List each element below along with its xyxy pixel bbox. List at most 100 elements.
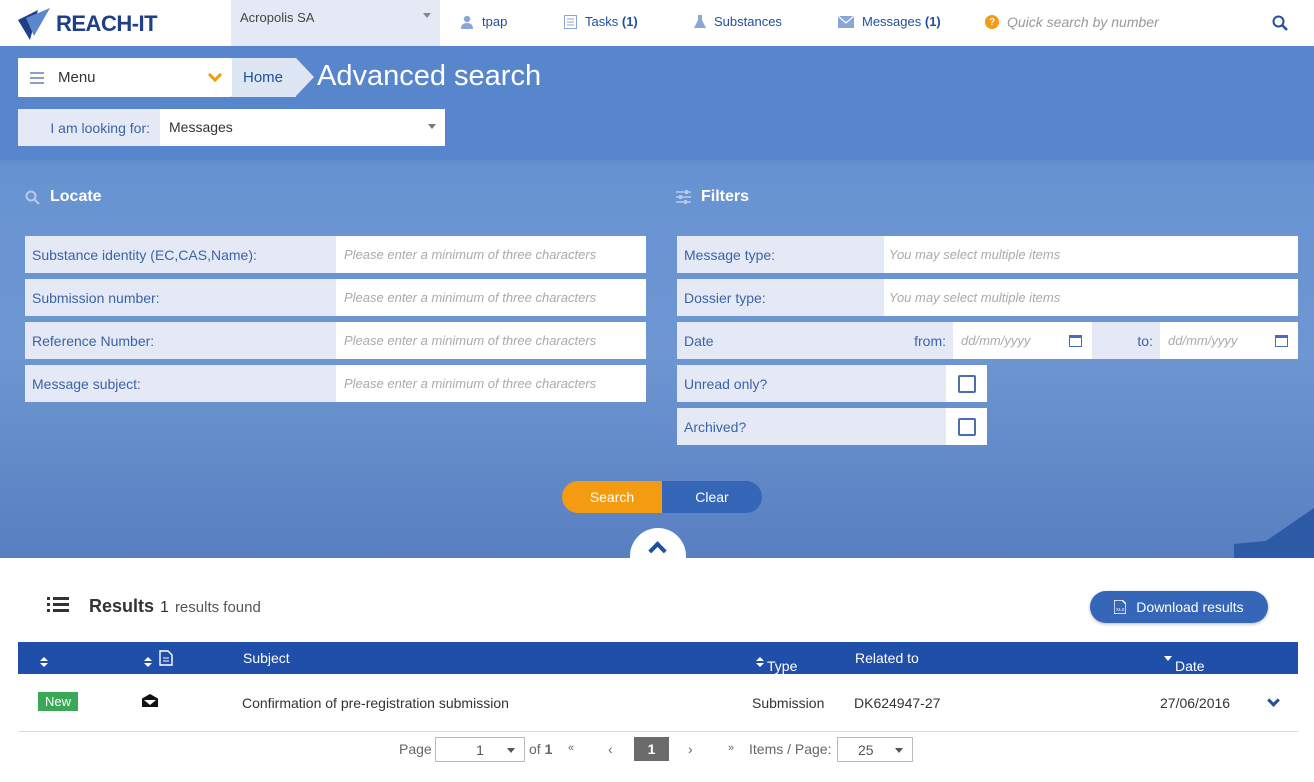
date-from-input[interactable]: dd/mm/yyyy [953, 322, 1092, 359]
messages-count: (1) [924, 14, 941, 29]
dossier-type-multiselect[interactable]: You may select multiple items [884, 279, 1298, 316]
caret-down-icon [895, 748, 903, 753]
user-icon [461, 15, 473, 29]
prev-page-button[interactable]: ‹ [608, 741, 613, 757]
date-row: Date from: dd/mm/yyyy to: dd/mm/yyyy [677, 322, 1298, 359]
submission-number-input[interactable]: Please enter a minimum of three characte… [336, 279, 646, 316]
unread-only-label: Unread only? [677, 365, 946, 402]
substances-link[interactable]: Substances [694, 14, 782, 29]
reference-number-row: Reference Number: Please enter a minimum… [25, 322, 646, 359]
top-bar: REACH-IT Acropolis SA tpap Tasks (1) Sub… [0, 0, 1314, 46]
field-label: Message subject: [25, 365, 336, 402]
archived-checkbox[interactable] [957, 417, 976, 436]
items-per-page-select[interactable]: 25 [837, 737, 913, 762]
page-title: Advanced search [317, 60, 542, 92]
first-page-button[interactable]: « [568, 742, 574, 754]
help-icon[interactable]: ? [985, 15, 999, 29]
unread-only-checkbox[interactable] [957, 374, 976, 393]
total-pages: 1 [544, 741, 553, 757]
breadcrumb-home[interactable]: Home [232, 58, 296, 97]
document-icon: XLS [1114, 600, 1127, 614]
date-label-cell: Date from: [677, 322, 953, 359]
message-type-multiselect[interactable]: You may select multiple items [884, 236, 1298, 273]
search-button[interactable]: Search [562, 481, 662, 513]
page-label: Page [399, 741, 432, 757]
caret-down-icon [423, 13, 431, 18]
current-page-button[interactable]: 1 [634, 737, 669, 761]
sort-status-button[interactable] [40, 650, 51, 667]
quick-search-input[interactable]: Quick search by number [1007, 14, 1159, 30]
decorative-shape [1234, 508, 1314, 558]
results-title: Results [89, 596, 155, 616]
message-subject-row: Message subject: Please enter a minimum … [25, 365, 646, 402]
archived-row: Archived? [677, 408, 987, 445]
date-from-placeholder: dd/mm/yyyy [961, 333, 1031, 348]
caret-down-icon [507, 748, 515, 753]
message-type: Submission [752, 695, 825, 711]
substance-identity-input[interactable]: Please enter a minimum of three characte… [336, 236, 646, 273]
column-related-to[interactable]: Related to [855, 650, 919, 666]
field-label: Submission number: [25, 279, 336, 316]
archived-label: Archived? [677, 408, 946, 445]
calendar-icon[interactable] [1069, 334, 1082, 347]
looking-for-select[interactable]: I am looking for: Messages [18, 109, 445, 146]
collapse-search-button[interactable] [630, 528, 686, 558]
unread-only-cell [946, 365, 987, 402]
reference-number-input[interactable]: Please enter a minimum of three characte… [336, 322, 646, 359]
user-link[interactable]: tpap [460, 14, 507, 29]
date-to-input[interactable]: dd/mm/yyyy [1160, 322, 1298, 359]
results-found-text: results found [174, 599, 261, 616]
breadcrumb-home-label: Home [243, 69, 284, 86]
items-per-page-label: Items / Page: [749, 741, 832, 757]
date-from-label: from: [914, 332, 946, 349]
column-date[interactable]: Date [1164, 650, 1205, 674]
message-subject-input[interactable]: Please enter a minimum of three characte… [336, 365, 646, 402]
reach-it-logo[interactable]: REACH-IT [16, 6, 166, 42]
date-label: Date [684, 332, 714, 349]
tasks-link[interactable]: Tasks (1) [564, 14, 638, 29]
looking-for-value[interactable]: Messages [160, 109, 445, 146]
caret-down-icon [428, 124, 436, 129]
unread-only-row: Unread only? [677, 365, 987, 402]
date-to-placeholder: dd/mm/yyyy [1168, 333, 1238, 348]
dossier-type-row: Dossier type: You may select multiple it… [677, 279, 1298, 316]
download-label: Download results [1136, 599, 1244, 615]
quick-search[interactable]: ? Quick search by number [985, 14, 1285, 30]
column-type[interactable]: Type [756, 650, 797, 674]
envelope-icon [838, 15, 854, 28]
table-row[interactable]: New Confirmation of pre-registration sub… [18, 674, 1298, 732]
message-subject-link[interactable]: Confirmation of pre-registration submiss… [242, 695, 509, 711]
download-results-button[interactable]: XLS Download results [1090, 591, 1268, 623]
results-count: 1 [160, 599, 169, 616]
breadcrumb-arrow [296, 58, 314, 96]
column-subject[interactable]: Subject [243, 650, 290, 666]
tasks-icon [564, 14, 577, 29]
sort-icon [144, 657, 152, 667]
menu-dropdown[interactable]: Menu [18, 58, 232, 97]
last-page-button[interactable]: » [728, 742, 734, 754]
clear-button[interactable]: Clear [662, 481, 762, 513]
logo-icon [18, 8, 50, 40]
date-to-label: to: [1092, 322, 1160, 359]
submission-number-row: Submission number: Please enter a minimu… [25, 279, 646, 316]
page-select[interactable]: 1 [435, 737, 525, 762]
next-page-button[interactable]: › [688, 741, 693, 757]
tasks-label: Tasks [585, 14, 619, 29]
column-date-label: Date [1175, 658, 1205, 674]
sort-icon [756, 657, 764, 667]
search-icon[interactable] [1272, 15, 1288, 31]
messages-link[interactable]: Messages (1) [838, 14, 941, 29]
envelope-flap [144, 700, 156, 705]
magnifier-icon [25, 190, 40, 205]
expand-chevron-icon[interactable] [1267, 694, 1280, 707]
sort-document-button[interactable] [144, 650, 173, 667]
sliders-icon [676, 190, 691, 204]
calendar-icon[interactable] [1275, 334, 1288, 347]
looking-for-label: I am looking for: [18, 109, 160, 146]
chevron-down-icon [207, 67, 223, 83]
company-selector[interactable]: Acropolis SA [231, 0, 440, 46]
looking-for-value-text: Messages [169, 119, 233, 135]
sort-icon [40, 657, 48, 667]
locate-title: Locate [50, 188, 102, 205]
results-table-header: Subject Type Related to Date [18, 642, 1298, 674]
